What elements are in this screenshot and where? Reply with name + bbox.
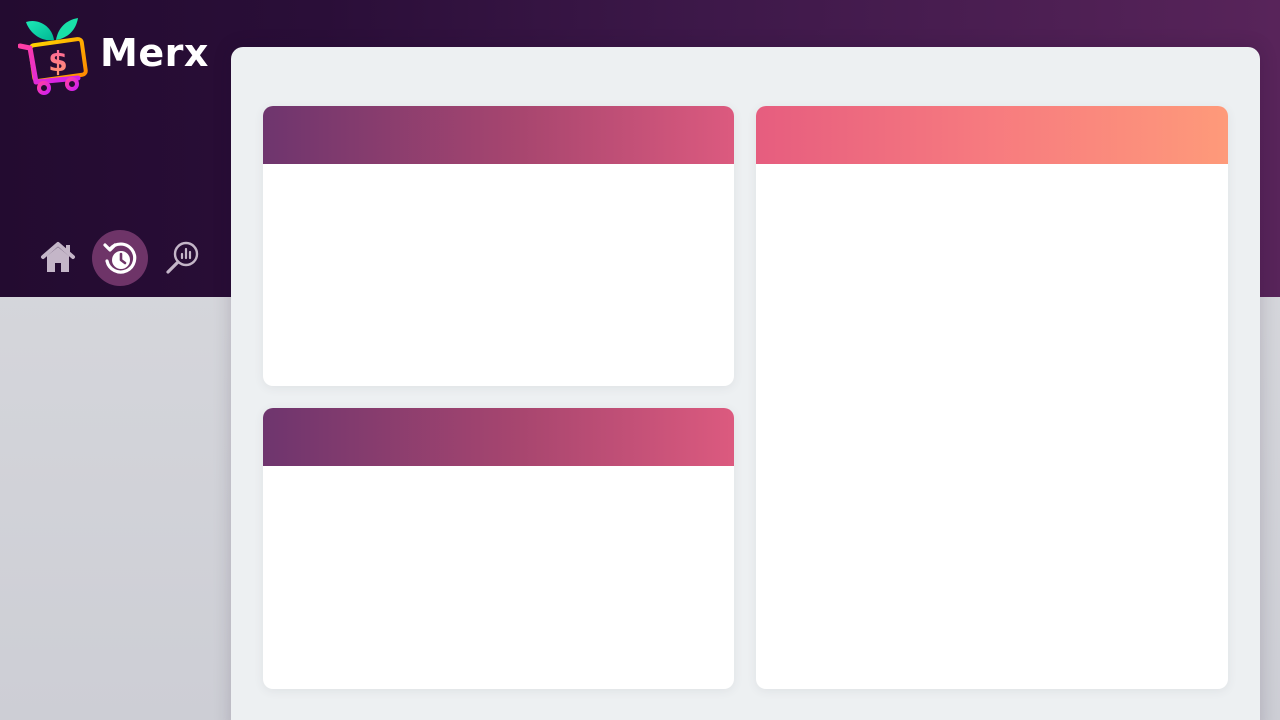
nav-item-history[interactable] [92,230,148,286]
nav-bar [30,230,216,286]
shopping-cart-dollar-logo-icon: $ [18,18,88,95]
history-clock-icon [103,242,137,274]
card-top-left [263,106,734,386]
svg-text:$: $ [48,45,67,78]
card-header [263,408,734,466]
brand-name: Merx [100,31,209,75]
card-bottom-left [263,408,734,689]
main-panel [231,47,1260,720]
nav-item-analytics[interactable] [154,230,210,286]
nav-item-home[interactable] [30,230,86,286]
brand[interactable]: $ Merx [18,16,209,96]
card-header [263,106,734,164]
card-header [756,106,1228,164]
card-right [756,106,1228,689]
home-icon [41,242,75,272]
search-analytics-icon [166,241,199,274]
